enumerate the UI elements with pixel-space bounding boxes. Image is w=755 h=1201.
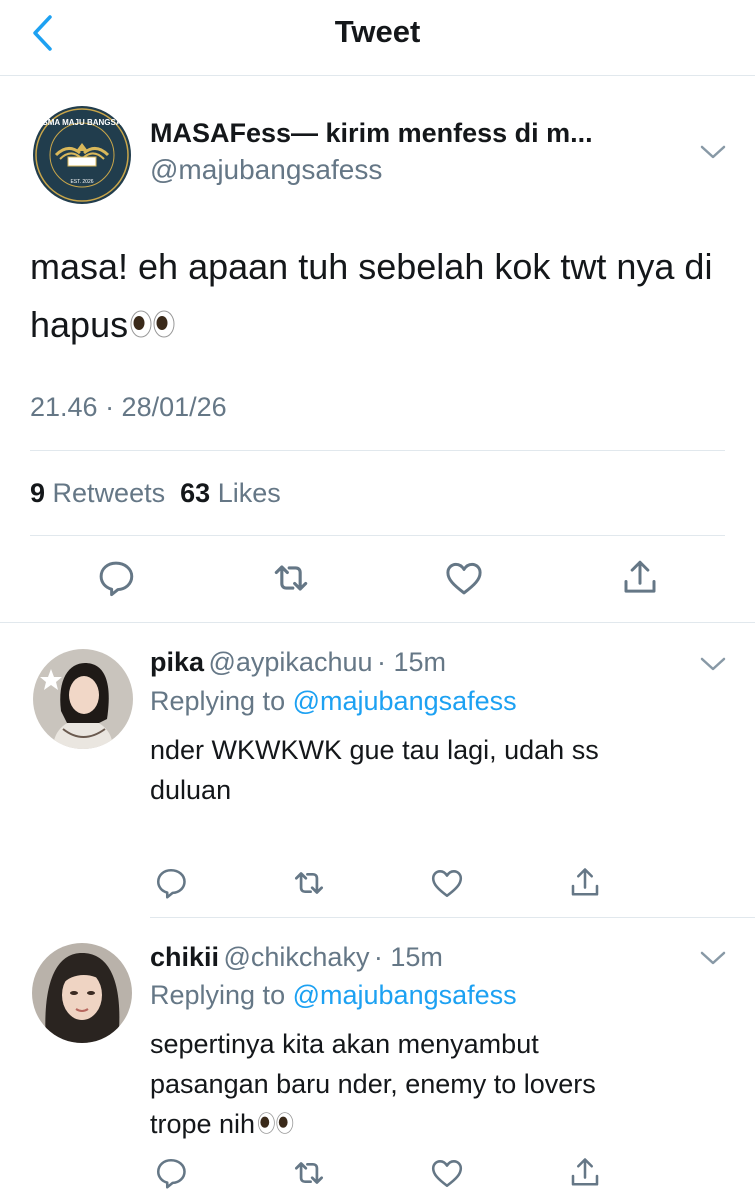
replying-to-link[interactable]: @majubangsafess [293, 686, 517, 716]
author-handle[interactable]: @majubangsafess [150, 154, 382, 186]
replying-to: Replying to @majubangsafess [150, 686, 517, 716]
reply-author-name[interactable]: pika [150, 647, 204, 677]
school-logo-icon: SMA MAJU BANGSA EST. 2026 [30, 103, 134, 207]
reply-text: sepertinya kita akan menyambut pasangan … [150, 1024, 720, 1146]
share-button[interactable] [557, 1145, 613, 1201]
author-name[interactable]: MASAFess— kirim menfess di m... [150, 118, 593, 149]
reply-author-handle[interactable]: @chikchaky [223, 942, 369, 972]
reply-tweet[interactable]: chikii @chikchaky · 15m Replying to @maj… [0, 917, 755, 1200]
likes-count[interactable]: 63 [180, 478, 210, 508]
engagement-stats: 9 Retweets 63 Likes [30, 478, 281, 509]
retweets-label[interactable]: Retweets [53, 478, 166, 508]
reply-avatar[interactable] [33, 649, 133, 749]
eyes-emoji-icon [257, 1106, 295, 1146]
navigation-bar: Tweet [0, 0, 755, 76]
page-title: Tweet [334, 14, 421, 49]
replying-to: Replying to @majubangsafess [150, 980, 517, 1010]
reply-button[interactable] [88, 550, 144, 606]
heart-icon [446, 562, 482, 595]
profile-photo-icon [33, 649, 133, 749]
eyes-emoji-icon [130, 298, 176, 356]
retweet-icon [294, 872, 324, 894]
profile-photo-icon [32, 943, 132, 1043]
replying-to-link[interactable]: @majubangsafess [293, 980, 517, 1010]
share-icon [624, 560, 656, 593]
chevron-down-icon [700, 951, 726, 965]
reply-time: · 15m [376, 647, 446, 677]
share-button[interactable] [612, 550, 668, 606]
tweet-timestamp: 21.46 · 28/01/26 [30, 392, 227, 422]
reply-options-button[interactable] [698, 948, 728, 973]
reply-header: pika @aypikachuu · 15m [150, 647, 446, 678]
tweet-text: masa! eh apaan tuh sebelah kok twt nya d… [30, 238, 720, 356]
heart-icon [431, 1160, 463, 1188]
reply-time: · 15m [373, 942, 443, 972]
svg-text:SMA MAJU BANGSA: SMA MAJU BANGSA [42, 118, 121, 127]
reply-header: chikii @chikchaky · 15m [150, 942, 443, 973]
like-button[interactable] [419, 855, 475, 911]
reply-author-handle[interactable]: @aypikachuu [208, 647, 372, 677]
reply-button[interactable] [143, 1145, 199, 1201]
chevron-down-icon [700, 145, 726, 159]
like-button[interactable] [436, 550, 492, 606]
retweet-icon [274, 565, 308, 591]
chevron-down-icon [700, 657, 726, 671]
retweets-count[interactable]: 9 [30, 478, 45, 508]
reply-text: nder WKWKWK gue tau lagi, udah ss duluan [150, 735, 599, 805]
svg-text:EST. 2026: EST. 2026 [70, 179, 93, 185]
heart-icon [431, 870, 463, 898]
comment-icon [156, 868, 186, 899]
retweet-icon [294, 1162, 324, 1184]
comment-icon [99, 561, 134, 597]
like-button[interactable] [419, 1145, 475, 1201]
author-avatar[interactable]: SMA MAJU BANGSA EST. 2026 [30, 103, 134, 207]
retweet-button[interactable] [281, 855, 337, 911]
retweet-button[interactable] [281, 1145, 337, 1201]
divider [30, 450, 725, 451]
share-icon [571, 868, 599, 896]
retweet-button[interactable] [263, 550, 319, 606]
reply-options-button[interactable] [698, 654, 728, 679]
share-button[interactable] [557, 855, 613, 911]
reply-button[interactable] [143, 855, 199, 911]
reply-tweet[interactable]: pika @aypikachuu · 15m Replying to @maju… [0, 622, 755, 917]
comment-icon [156, 1158, 186, 1189]
share-icon [571, 1158, 599, 1186]
tweet-options-button[interactable] [698, 142, 728, 167]
reply-author-name[interactable]: chikii [150, 942, 219, 972]
likes-label[interactable]: Likes [218, 478, 281, 508]
divider [30, 535, 725, 536]
reply-avatar[interactable] [32, 943, 132, 1043]
